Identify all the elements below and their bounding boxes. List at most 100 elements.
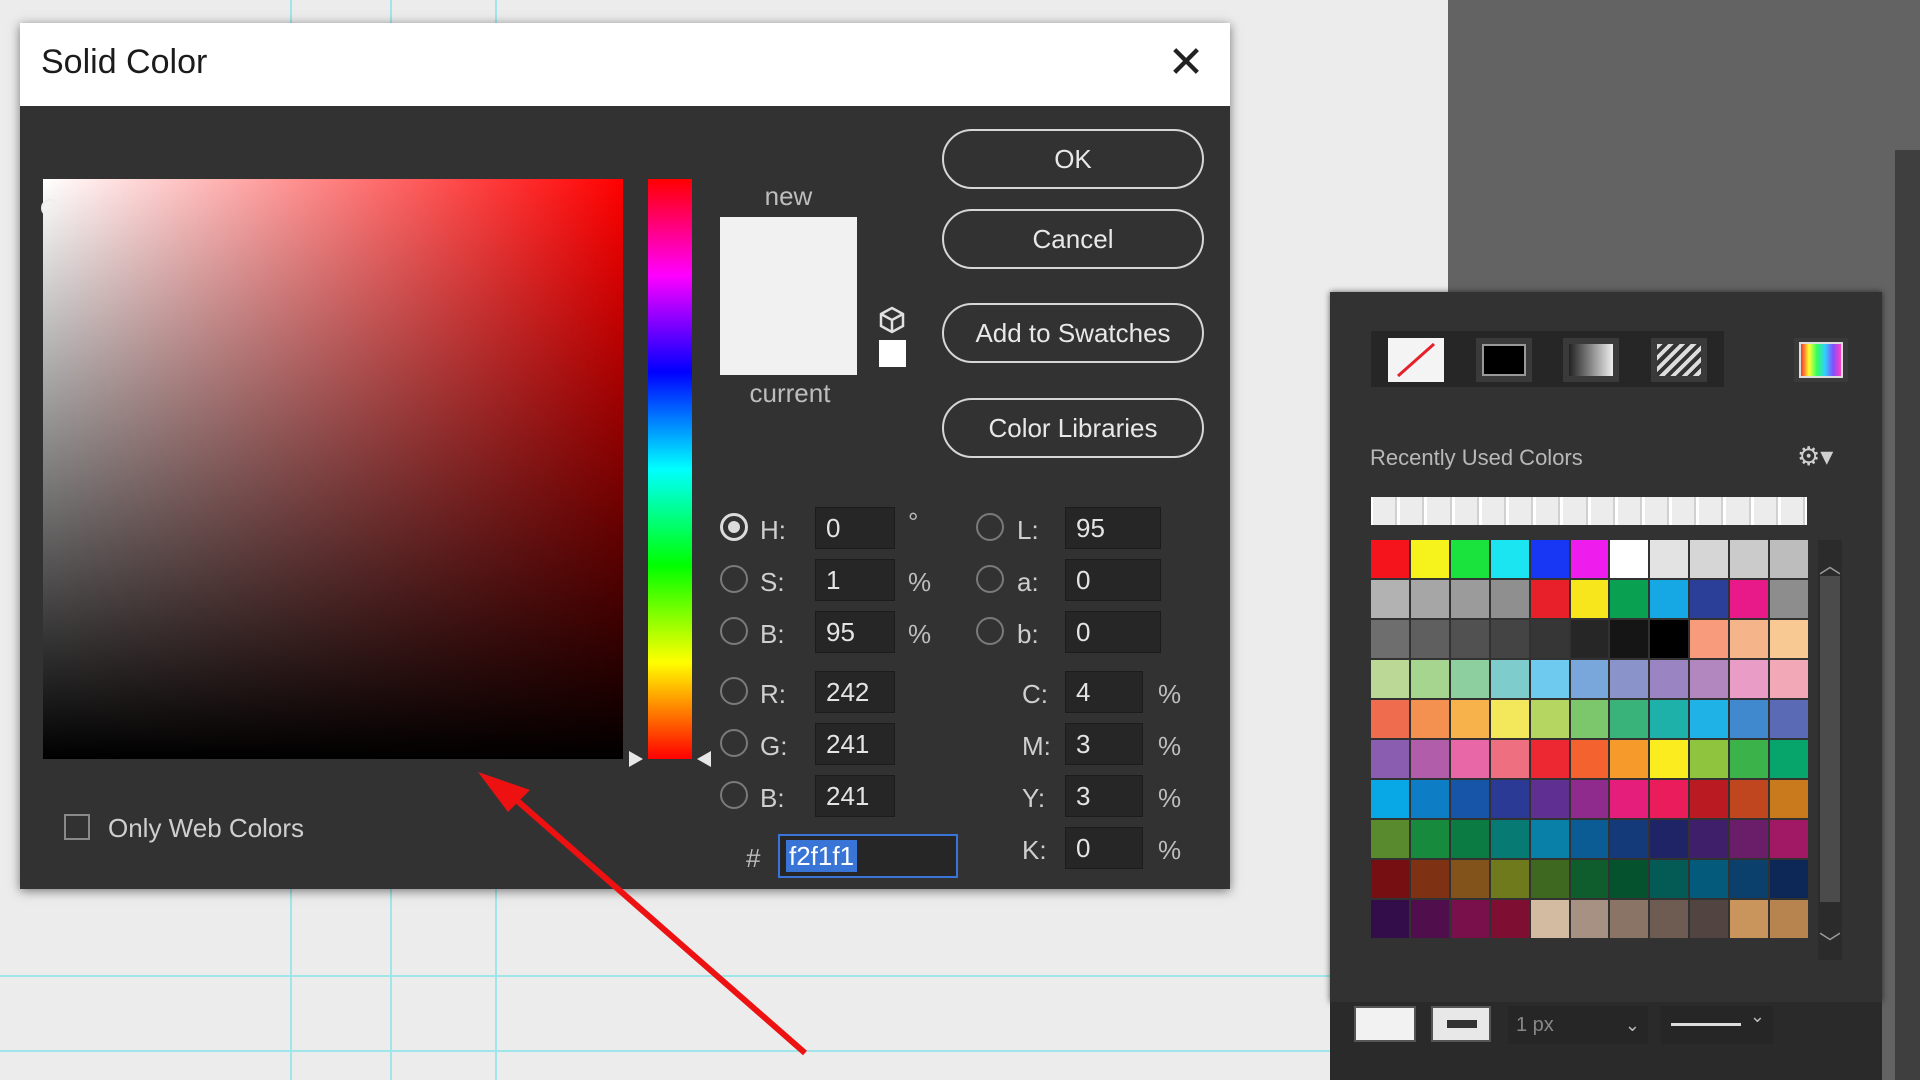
recent-color-cell[interactable] bbox=[1753, 497, 1778, 525]
hue-slider-handle-right[interactable] bbox=[697, 751, 711, 767]
swatch-cell[interactable] bbox=[1770, 620, 1808, 658]
swatch-cell[interactable] bbox=[1410, 820, 1449, 858]
swatch-cell[interactable] bbox=[1690, 860, 1729, 898]
swatch-cell[interactable] bbox=[1770, 740, 1808, 778]
swatch-cell[interactable] bbox=[1450, 660, 1489, 698]
swatch-cell[interactable] bbox=[1490, 780, 1529, 818]
swatch-cell[interactable] bbox=[1490, 820, 1529, 858]
b-hsb-input[interactable]: 95 bbox=[815, 611, 895, 653]
swatch-cell[interactable] bbox=[1730, 780, 1769, 818]
swatch-cell[interactable] bbox=[1610, 780, 1649, 818]
swatch-cell[interactable] bbox=[1530, 780, 1569, 818]
swatch-cell[interactable] bbox=[1690, 820, 1729, 858]
recent-color-cell[interactable] bbox=[1672, 497, 1697, 525]
swatch-cell[interactable] bbox=[1530, 580, 1569, 618]
swatch-cell[interactable] bbox=[1570, 580, 1609, 618]
solid-color-icon[interactable] bbox=[1476, 338, 1532, 382]
swatch-cell[interactable] bbox=[1770, 860, 1808, 898]
swatch-cell[interactable] bbox=[1530, 900, 1569, 938]
swatch-cell[interactable] bbox=[1490, 580, 1529, 618]
swatch-cell[interactable] bbox=[1530, 660, 1569, 698]
recent-color-cell[interactable] bbox=[1427, 497, 1452, 525]
swatch-cell[interactable] bbox=[1570, 740, 1609, 778]
no-color-icon[interactable] bbox=[1388, 338, 1444, 382]
swatch-cell[interactable] bbox=[1410, 780, 1449, 818]
recent-color-cell[interactable] bbox=[1617, 497, 1642, 525]
swatch-cell[interactable] bbox=[1690, 540, 1729, 578]
swatch-cell[interactable] bbox=[1570, 860, 1609, 898]
b-hsb-radio[interactable] bbox=[720, 617, 748, 645]
swatch-cell[interactable] bbox=[1730, 740, 1769, 778]
swatch-cell[interactable] bbox=[1371, 660, 1409, 698]
swatch-cell[interactable] bbox=[1371, 700, 1409, 738]
recent-color-cell[interactable] bbox=[1400, 497, 1425, 525]
hue-slider[interactable] bbox=[648, 179, 692, 759]
l-input[interactable]: 95 bbox=[1065, 507, 1161, 549]
swatch-cell[interactable] bbox=[1410, 540, 1449, 578]
lab-b-radio[interactable] bbox=[976, 617, 1004, 645]
swatch-cell[interactable] bbox=[1730, 860, 1769, 898]
cube-icon[interactable] bbox=[877, 305, 907, 335]
swatch-cell[interactable] bbox=[1730, 700, 1769, 738]
swatch-cell[interactable] bbox=[1770, 900, 1808, 938]
recent-color-cell[interactable] bbox=[1644, 497, 1670, 525]
swatch-cell[interactable] bbox=[1730, 580, 1769, 618]
swatch-cell[interactable] bbox=[1610, 660, 1649, 698]
recent-color-cell[interactable] bbox=[1536, 497, 1561, 525]
swatch-cell[interactable] bbox=[1650, 620, 1689, 658]
lab-b-input[interactable]: 0 bbox=[1065, 611, 1161, 653]
k-input[interactable]: 0 bbox=[1065, 827, 1143, 869]
r-radio[interactable] bbox=[720, 677, 748, 705]
swatch-cell[interactable] bbox=[1371, 540, 1409, 578]
stroke-swatch[interactable] bbox=[1431, 1006, 1491, 1042]
swatch-cell[interactable] bbox=[1650, 540, 1689, 578]
swatch-cell[interactable] bbox=[1610, 700, 1649, 738]
swatch-cell[interactable] bbox=[1730, 660, 1769, 698]
swatch-cell[interactable] bbox=[1730, 620, 1769, 658]
swatch-cell[interactable] bbox=[1371, 820, 1409, 858]
swatch-cell[interactable] bbox=[1730, 900, 1769, 938]
swatch-cell[interactable] bbox=[1530, 620, 1569, 658]
workspace-scrollbar[interactable] bbox=[1895, 150, 1920, 1080]
swatch-cell[interactable] bbox=[1650, 820, 1689, 858]
scroll-down-icon[interactable]: ﹀ bbox=[1818, 926, 1842, 958]
swatch-cell[interactable] bbox=[1530, 820, 1569, 858]
swatch-cell[interactable] bbox=[1530, 860, 1569, 898]
h-input[interactable]: 0 bbox=[815, 507, 895, 549]
swatch-cell[interactable] bbox=[1610, 820, 1649, 858]
only-web-colors-checkbox[interactable] bbox=[64, 814, 90, 840]
recent-color-cell[interactable] bbox=[1454, 497, 1479, 525]
swatch-cell[interactable] bbox=[1490, 860, 1529, 898]
recent-color-cell[interactable] bbox=[1590, 497, 1615, 525]
color-field-cursor[interactable] bbox=[41, 199, 59, 217]
web-safe-swatch[interactable] bbox=[879, 340, 906, 367]
swatch-cell[interactable] bbox=[1371, 620, 1409, 658]
swatch-cell[interactable] bbox=[1371, 860, 1409, 898]
swatch-cell[interactable] bbox=[1650, 580, 1689, 618]
swatch-cell[interactable] bbox=[1570, 780, 1609, 818]
gear-icon[interactable]: ⚙▾ bbox=[1797, 441, 1833, 472]
swatch-cell[interactable] bbox=[1410, 860, 1449, 898]
swatch-cell[interactable] bbox=[1690, 740, 1729, 778]
swatch-cell[interactable] bbox=[1650, 660, 1689, 698]
swatch-cell[interactable] bbox=[1450, 820, 1489, 858]
swatch-cell[interactable] bbox=[1570, 820, 1609, 858]
hex-input[interactable]: f2f1f1 bbox=[778, 834, 958, 878]
swatch-cell[interactable] bbox=[1770, 820, 1808, 858]
swatch-cell[interactable] bbox=[1450, 620, 1489, 658]
swatch-cell[interactable] bbox=[1690, 780, 1729, 818]
swatch-cell[interactable] bbox=[1410, 700, 1449, 738]
swatch-cell[interactable] bbox=[1690, 620, 1729, 658]
color-libraries-button[interactable]: Color Libraries bbox=[942, 398, 1204, 458]
swatch-cell[interactable] bbox=[1450, 900, 1489, 938]
swatch-cell[interactable] bbox=[1650, 700, 1689, 738]
swatch-cell[interactable] bbox=[1371, 580, 1409, 618]
swatch-cell[interactable] bbox=[1450, 740, 1489, 778]
c-input[interactable]: 4 bbox=[1065, 671, 1143, 713]
swatch-cell[interactable] bbox=[1410, 580, 1449, 618]
swatch-cell[interactable] bbox=[1650, 900, 1689, 938]
swatch-cell[interactable] bbox=[1530, 700, 1569, 738]
color-field[interactable] bbox=[43, 179, 623, 759]
b-rgb-input[interactable]: 241 bbox=[815, 775, 895, 817]
swatch-cell[interactable] bbox=[1490, 900, 1529, 938]
